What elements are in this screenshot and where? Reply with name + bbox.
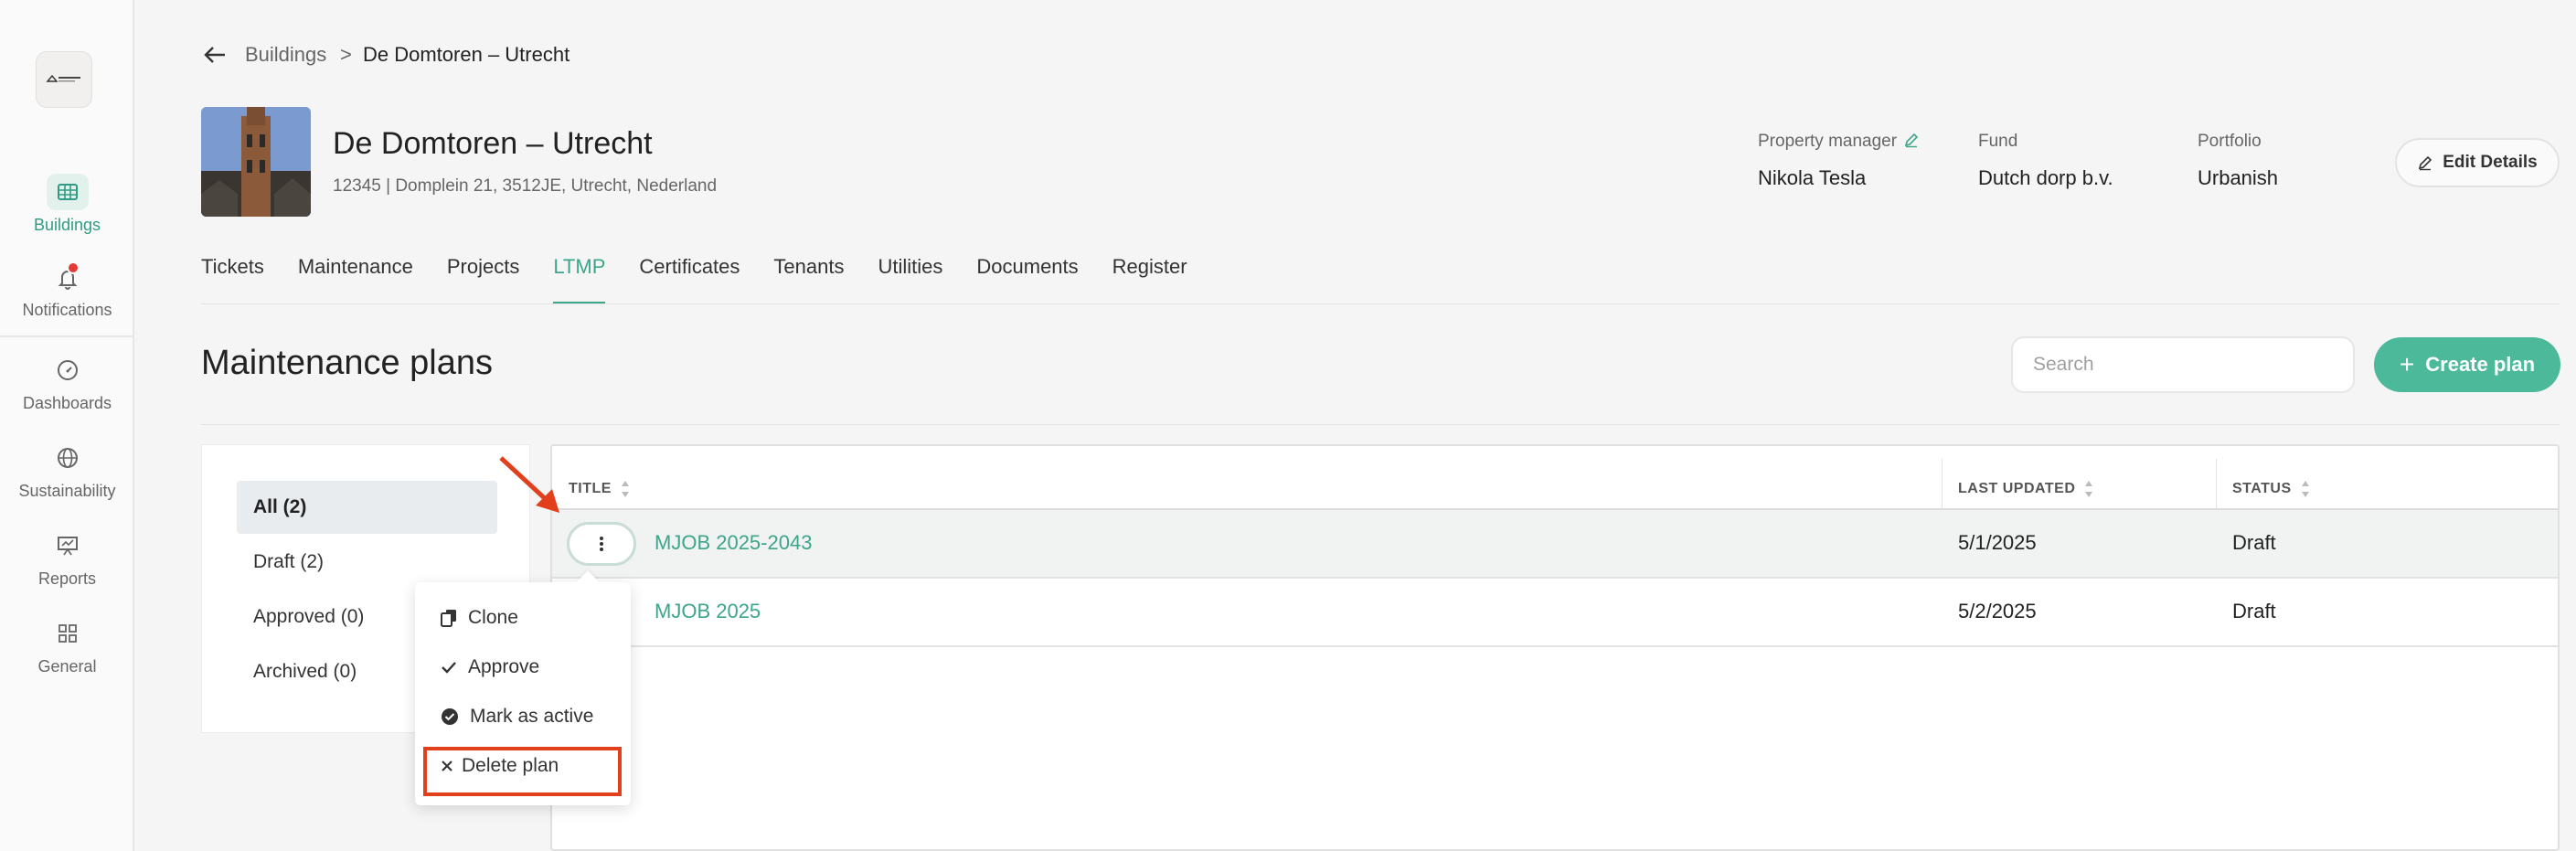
tab-utilities[interactable]: Utilities: [878, 255, 942, 304]
pencil-icon: [2419, 155, 2432, 171]
sidebar-item-buildings[interactable]: Buildings: [0, 174, 134, 235]
property-manager-value: Nikola Tesla: [1758, 166, 1867, 189]
kebab-menu-icon: [600, 537, 603, 551]
sidebar-item-label: General: [37, 657, 97, 675]
sidebar-item-label: Reports: [37, 569, 97, 588]
menu-item-approve[interactable]: Approve: [441, 656, 539, 678]
plans-table: TITLE LAST UPDATED STATUS MJOB 2025-2043…: [550, 444, 2560, 851]
edit-details-label: Edit Details: [2443, 153, 2538, 172]
globe-icon: [47, 440, 89, 476]
portfolio-label: Portfolio: [2198, 132, 2262, 151]
property-manager-label: Property manager: [1758, 132, 1898, 151]
check-circle-icon: [442, 708, 458, 725]
tab-maintenance[interactable]: Maintenance: [298, 255, 413, 304]
edit-pencil-icon[interactable]: [1903, 132, 1920, 153]
row-actions-button[interactable]: [567, 522, 636, 566]
plus-icon: +: [2399, 350, 2415, 378]
tab-certificates[interactable]: Certificates: [639, 255, 740, 304]
column-header-status[interactable]: STATUS: [2232, 479, 2310, 499]
search-input[interactable]: [2011, 336, 2355, 393]
column-separator: [1942, 459, 1943, 508]
tab-documents[interactable]: Documents: [976, 255, 1078, 304]
create-plan-label: Create plan: [2425, 353, 2536, 376]
sidebar-item-dashboards[interactable]: Dashboards: [0, 352, 134, 413]
column-header-label: TITLE: [569, 481, 612, 496]
edit-details-button[interactable]: Edit Details: [2395, 138, 2560, 187]
sidebar-item-label: Sustainability: [18, 482, 116, 500]
create-plan-button[interactable]: + Create plan: [2374, 337, 2560, 392]
gauge-icon: [47, 352, 89, 388]
tab-projects[interactable]: Projects: [447, 255, 519, 304]
tabs-divider: [201, 303, 2560, 304]
breadcrumb-separator: >: [340, 43, 352, 66]
plan-title-link[interactable]: MJOB 2025: [655, 600, 761, 623]
sidebar-item-sustainability[interactable]: Sustainability: [0, 440, 134, 501]
sidebar: Buildings Notifications Dashboards Susta…: [0, 0, 134, 851]
copy-icon: [441, 610, 456, 627]
menu-item-label: Mark as active: [470, 706, 594, 727]
status-cell: Draft: [2232, 531, 2276, 554]
column-header-title[interactable]: TITLE: [569, 479, 630, 499]
menu-item-mark-active[interactable]: Mark as active: [441, 706, 593, 728]
column-separator: [2216, 459, 2217, 508]
last-updated-cell: 5/2/2025: [1958, 600, 2037, 622]
status-cell: Draft: [2232, 600, 2276, 622]
filter-all[interactable]: All (2): [237, 481, 497, 534]
tab-register[interactable]: Register: [1112, 255, 1187, 304]
menu-item-clone[interactable]: Clone: [441, 607, 518, 629]
tab-tickets[interactable]: Tickets: [201, 255, 264, 304]
sidebar-item-label: Buildings: [33, 216, 101, 234]
sidebar-item-label: Notifications: [22, 301, 112, 319]
table-icon: [46, 174, 89, 210]
menu-item-label: Clone: [468, 607, 518, 628]
sidebar-item-general[interactable]: General: [0, 615, 134, 676]
sidebar-item-label: Dashboards: [22, 394, 112, 412]
logo-mark-icon: [46, 74, 80, 82]
breadcrumb-buildings-link[interactable]: Buildings: [245, 43, 326, 67]
breadcrumb-current: De Domtoren – Utrecht: [363, 43, 570, 66]
tab-ltmp[interactable]: LTMP: [553, 255, 606, 304]
sidebar-divider: [0, 335, 134, 337]
column-header-label: LAST UPDATED: [1958, 481, 2076, 496]
building-title: De Domtoren – Utrecht: [333, 126, 653, 161]
tab-tenants[interactable]: Tenants: [773, 255, 844, 304]
plan-title-link[interactable]: MJOB 2025-2043: [655, 531, 812, 555]
section-divider: [201, 424, 2560, 425]
presentation-icon: [47, 527, 89, 564]
sort-icon: [2301, 481, 2309, 497]
table-row[interactable]: MJOB 2025 5/2/2025 Draft: [552, 579, 2558, 647]
last-updated-cell: 5/1/2025: [1958, 531, 2037, 554]
sidebar-item-reports[interactable]: Reports: [0, 527, 134, 589]
filter-draft[interactable]: Draft (2): [237, 536, 497, 589]
building-photo: [201, 107, 311, 217]
app-logo[interactable]: [36, 51, 92, 108]
column-header-last-updated[interactable]: LAST UPDATED: [1958, 479, 2093, 499]
tab-bar: Tickets Maintenance Projects LTMP Certif…: [201, 255, 1221, 304]
page-title: Maintenance plans: [201, 344, 493, 382]
column-header-label: STATUS: [2232, 481, 2292, 496]
table-row[interactable]: MJOB 2025-2043 5/1/2025 Draft: [552, 510, 2558, 579]
fund-value: Dutch dorp b.v.: [1978, 166, 2113, 189]
grid-icon: [47, 615, 89, 652]
building-address: 12345 | Domplein 21, 3512JE, Utrecht, Ne…: [333, 176, 718, 196]
annotation-arrow-icon: [499, 456, 559, 513]
check-icon: [442, 662, 456, 674]
menu-item-label: Approve: [468, 656, 540, 677]
portfolio-value: Urbanish: [2198, 166, 2279, 189]
fund-label: Fund: [1978, 132, 2018, 151]
sort-icon: [2085, 481, 2093, 497]
back-arrow-icon[interactable]: [201, 42, 229, 68]
sort-icon: [621, 481, 629, 497]
notification-badge: [67, 261, 80, 274]
annotation-highlight-box: [423, 747, 622, 796]
